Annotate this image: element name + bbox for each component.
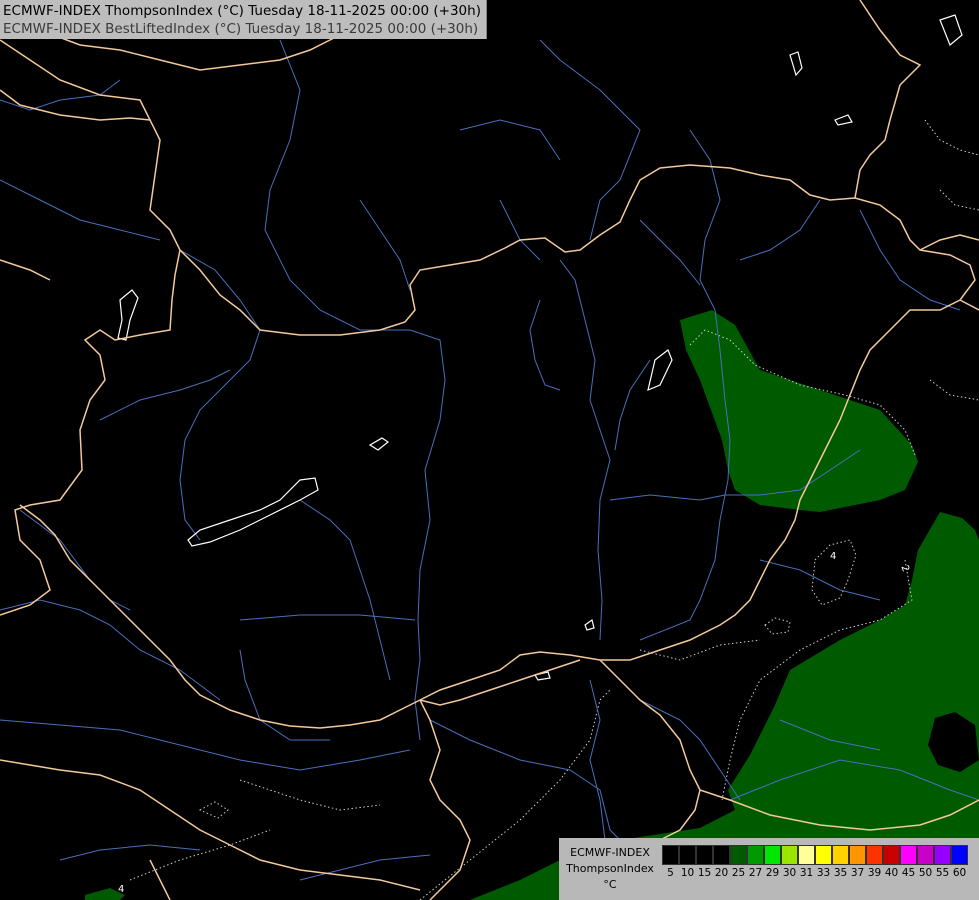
legend-tick-label: 10 xyxy=(680,867,695,879)
legend-tick-label: 5 xyxy=(667,867,674,879)
legend-unit: °C xyxy=(603,878,617,891)
weather-map: 4 4 2 xyxy=(0,0,979,900)
legend-tick-label: 30 xyxy=(782,867,797,879)
legend-tick-label: 33 xyxy=(816,867,831,879)
legend-swatch xyxy=(934,845,951,865)
legend-tick-label: 50 xyxy=(918,867,933,879)
color-legend: ECMWF-INDEX ThompsonIndex °C 5 10 15 20 25 27… xyxy=(559,838,979,900)
legend-swatch xyxy=(900,845,917,865)
legend-swatch xyxy=(764,845,781,865)
legend-tick-label: 45 xyxy=(901,867,916,879)
legend-tick-label: 39 xyxy=(867,867,882,879)
legend-tick-label: 55 xyxy=(935,867,950,879)
legend-tick-label: 25 xyxy=(731,867,746,879)
legend-tick-label: 15 xyxy=(697,867,712,879)
svg-text:4: 4 xyxy=(830,551,836,562)
legend-swatch xyxy=(951,845,968,865)
legend-swatch xyxy=(866,845,883,865)
legend-tick-label: 60 xyxy=(952,867,967,879)
legend-tick-label: 35 xyxy=(833,867,848,879)
legend-parameter: ThompsonIndex xyxy=(566,862,654,875)
legend-tick-label: 27 xyxy=(748,867,763,879)
map-title-box: ECMWF-INDEX ThompsonIndex (°C) Tuesday 1… xyxy=(0,0,487,39)
svg-text:4: 4 xyxy=(118,884,124,895)
legend-swatch xyxy=(883,845,900,865)
legend-model: ECMWF-INDEX xyxy=(570,846,650,859)
legend-tick-label: 40 xyxy=(884,867,899,879)
legend-swatch xyxy=(662,845,679,865)
legend-swatch xyxy=(849,845,866,865)
legend-swatch xyxy=(679,845,696,865)
legend-swatch xyxy=(815,845,832,865)
legend-swatch xyxy=(730,845,747,865)
legend-tick-label: 31 xyxy=(799,867,814,879)
title-thompson-index: ECMWF-INDEX ThompsonIndex (°C) Tuesday 1… xyxy=(3,3,481,19)
legend-tick-label: 37 xyxy=(850,867,865,879)
legend-swatch xyxy=(917,845,934,865)
legend-swatch xyxy=(747,845,764,865)
legend-swatch xyxy=(798,845,815,865)
legend-swatch xyxy=(832,845,849,865)
legend-swatch xyxy=(781,845,798,865)
legend-swatch xyxy=(696,845,713,865)
title-best-lifted-index: ECMWF-INDEX BestLiftedIndex (°C) Tuesday… xyxy=(3,21,479,37)
legend-swatch xyxy=(713,845,730,865)
legend-tick-label: 29 xyxy=(765,867,780,879)
legend-tick-label: 20 xyxy=(714,867,729,879)
